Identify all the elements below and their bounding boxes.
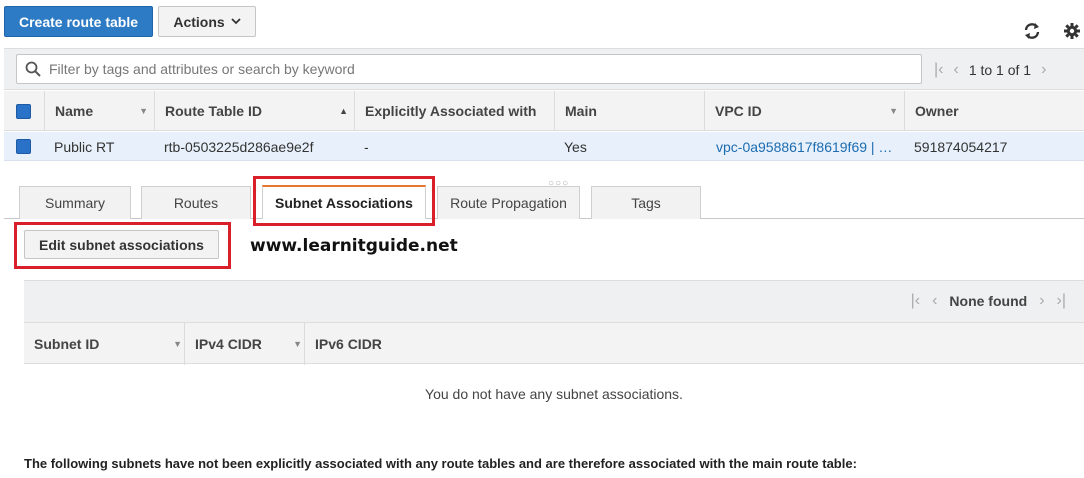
highlight-box-tab (253, 176, 435, 226)
tab-summary[interactable]: Summary (19, 186, 131, 219)
column-header-explicitly-associated[interactable]: Explicitly Associated with (354, 91, 554, 131)
subnet-pagination-bar: |‹ ‹ None found › ›| (24, 280, 1084, 322)
column-header-subnet-id[interactable]: Subnet ID ▼ (24, 323, 184, 365)
caret-down-icon (231, 18, 241, 25)
tab-route-propagation[interactable]: Route Propagation (437, 186, 580, 219)
first-page-icon[interactable]: |‹ (911, 292, 920, 310)
select-all-cell (4, 91, 44, 131)
subnet-table-header: Subnet ID ▼ IPv4 CIDR ▼ IPv6 CIDR (24, 322, 1084, 365)
gear-icon (1064, 23, 1080, 39)
cell-vpc-id-link[interactable]: vpc-0a9588617f8619f69 | … (716, 132, 892, 161)
table-header: Name ▼ Route Table ID ▲ Explicitly Assoc… (4, 91, 1084, 131)
subnet-pagination: |‹ ‹ None found › ›| (911, 292, 1066, 310)
cell-route-table-id: rtb-0503225d286ae9e2f (164, 138, 314, 155)
tab-tags[interactable]: Tags (591, 186, 701, 219)
tab-label: Tags (631, 195, 661, 211)
row-checkbox-cell (16, 132, 31, 161)
sort-up-icon: ▲ (339, 106, 348, 116)
highlight-box-edit-button (14, 222, 231, 269)
sort-down-icon: ▼ (139, 106, 148, 116)
cell-name: Public RT (54, 138, 115, 155)
last-page-icon[interactable]: ›| (1057, 292, 1066, 310)
refresh-button[interactable] (1021, 20, 1043, 42)
sort-down-icon: ▼ (293, 339, 302, 349)
sort-down-icon: ▼ (173, 339, 182, 349)
column-header-vpc-id[interactable]: VPC ID ▼ (704, 91, 904, 131)
column-header-ipv4-cidr[interactable]: IPv4 CIDR ▼ (184, 323, 304, 365)
create-route-table-label: Create route table (18, 13, 139, 30)
cell-explicitly-associated: - (364, 138, 369, 155)
search-icon (25, 61, 41, 77)
next-page-icon[interactable]: › (1039, 292, 1044, 310)
next-page-icon[interactable]: › (1041, 61, 1046, 79)
tab-routes[interactable]: Routes (141, 186, 251, 219)
column-label: Name (55, 103, 94, 119)
column-label: Owner (915, 103, 959, 119)
pagination: |‹ ‹ 1 to 1 of 1 › (934, 59, 1046, 81)
create-route-table-button[interactable]: Create route table (4, 6, 153, 37)
select-all-checkbox[interactable] (16, 103, 31, 119)
column-label: VPC ID (715, 103, 762, 119)
main-route-table-note: The following subnets have not been expl… (24, 456, 857, 471)
refresh-icon (1024, 23, 1040, 39)
cell-main: Yes (564, 138, 587, 155)
column-header-owner[interactable]: Owner (904, 91, 1084, 131)
table-row[interactable]: Public RT rtb-0503225d286ae9e2f - Yes vp… (4, 132, 1084, 161)
column-header-main[interactable]: Main (554, 91, 704, 131)
column-header-name[interactable]: Name ▼ (44, 91, 154, 131)
actions-label: Actions (173, 13, 225, 30)
pagination-text: 1 to 1 of 1 (968, 62, 1032, 78)
tab-label: Route Propagation (450, 195, 567, 211)
row-checkbox[interactable] (16, 139, 31, 154)
settings-button[interactable] (1061, 20, 1083, 42)
search-box[interactable] (16, 54, 922, 84)
cell-owner: 591874054217 (914, 138, 1008, 155)
watermark-text: www.learnitguide.net (250, 236, 458, 256)
subnet-pagination-text: None found (949, 293, 1028, 309)
column-label: Explicitly Associated with (365, 103, 537, 119)
column-header-ipv6-cidr[interactable]: IPv6 CIDR (304, 323, 504, 365)
column-label: Route Table ID (165, 103, 262, 119)
tab-label: Summary (45, 195, 105, 211)
column-label: Main (565, 103, 597, 119)
column-label: IPv6 CIDR (315, 336, 382, 352)
empty-state-message: You do not have any subnet associations. (425, 386, 683, 402)
search-input[interactable] (47, 60, 907, 78)
actions-button[interactable]: Actions (158, 6, 256, 37)
column-label: Subnet ID (34, 336, 100, 352)
first-page-icon[interactable]: |‹ (934, 61, 943, 79)
sort-down-icon: ▼ (889, 106, 898, 116)
tab-label: Routes (173, 195, 219, 211)
filter-bar: |‹ ‹ 1 to 1 of 1 › (4, 48, 1084, 90)
column-label: IPv4 CIDR (195, 336, 262, 352)
column-header-route-table-id[interactable]: Route Table ID ▲ (154, 91, 354, 131)
prev-page-icon[interactable]: ‹ (932, 292, 937, 310)
prev-page-icon[interactable]: ‹ (953, 61, 958, 79)
